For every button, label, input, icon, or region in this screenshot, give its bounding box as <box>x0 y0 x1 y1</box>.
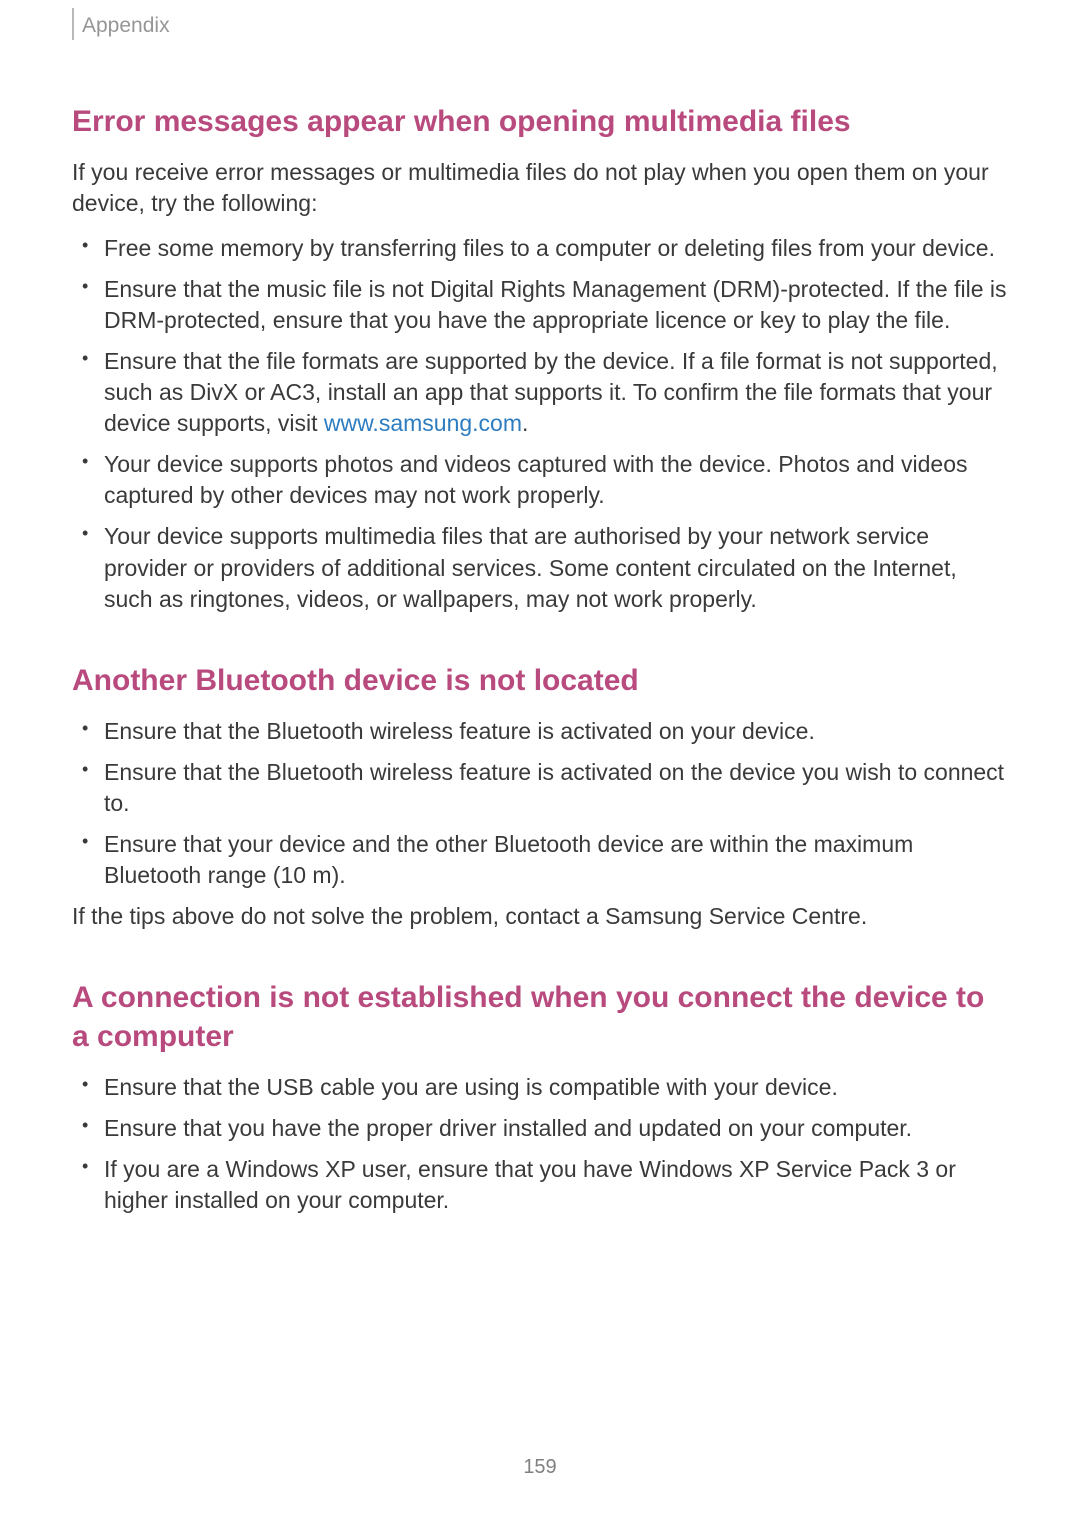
section-heading: A connection is not established when you… <box>72 978 1008 1056</box>
list-item-text: Ensure that the music file is not Digita… <box>104 276 1006 333</box>
list-item: Your device supports photos and videos c… <box>104 449 1008 511</box>
list-item: Ensure that the music file is not Digita… <box>104 274 1008 336</box>
list-item-text: Ensure that your device and the other Bl… <box>104 831 913 888</box>
page-content: Error messages appear when opening multi… <box>72 102 1008 1262</box>
list-item: Ensure that the Bluetooth wireless featu… <box>104 716 1008 747</box>
section-usb-connection: A connection is not established when you… <box>72 978 1008 1216</box>
list-item-text: Ensure that you have the proper driver i… <box>104 1115 912 1141</box>
list-item-suffix: . <box>522 410 528 436</box>
section-outro: If the tips above do not solve the probl… <box>72 901 1008 932</box>
section-heading: Another Bluetooth device is not located <box>72 661 1008 700</box>
page-number: 159 <box>0 1456 1080 1479</box>
list-item: Your device supports multimedia files th… <box>104 521 1008 614</box>
list-item: Ensure that the Bluetooth wireless featu… <box>104 757 1008 819</box>
list-item: Ensure that you have the proper driver i… <box>104 1113 1008 1144</box>
section-intro: If you receive error messages or multime… <box>72 157 1008 219</box>
list-item: Ensure that the USB cable you are using … <box>104 1072 1008 1103</box>
list-item-text: Your device supports multimedia files th… <box>104 523 957 611</box>
list-item: Ensure that the file formats are support… <box>104 346 1008 439</box>
list-item-text: Ensure that the USB cable you are using … <box>104 1074 838 1100</box>
bullet-list: Ensure that the Bluetooth wireless featu… <box>72 716 1008 891</box>
header-section-label: Appendix <box>82 14 170 38</box>
list-item: Ensure that your device and the other Bl… <box>104 829 1008 891</box>
link-samsung[interactable]: www.samsung.com <box>324 410 522 436</box>
section-heading: Error messages appear when opening multi… <box>72 102 1008 141</box>
list-item-text: Ensure that the Bluetooth wireless featu… <box>104 759 1004 816</box>
section-error-messages: Error messages appear when opening multi… <box>72 102 1008 615</box>
list-item-text: Your device supports photos and videos c… <box>104 451 968 508</box>
header-tab: Appendix <box>72 8 170 40</box>
list-item-text: If you are a Windows XP user, ensure tha… <box>104 1156 956 1213</box>
section-bluetooth: Another Bluetooth device is not located … <box>72 661 1008 932</box>
list-item: If you are a Windows XP user, ensure tha… <box>104 1154 1008 1216</box>
bullet-list: Ensure that the USB cable you are using … <box>72 1072 1008 1216</box>
list-item: Free some memory by transferring files t… <box>104 233 1008 264</box>
list-item-text: Free some memory by transferring files t… <box>104 235 995 261</box>
list-item-text: Ensure that the Bluetooth wireless featu… <box>104 718 815 744</box>
bullet-list: Free some memory by transferring files t… <box>72 233 1008 615</box>
list-item-prefix: Ensure that the file formats are support… <box>104 348 998 436</box>
